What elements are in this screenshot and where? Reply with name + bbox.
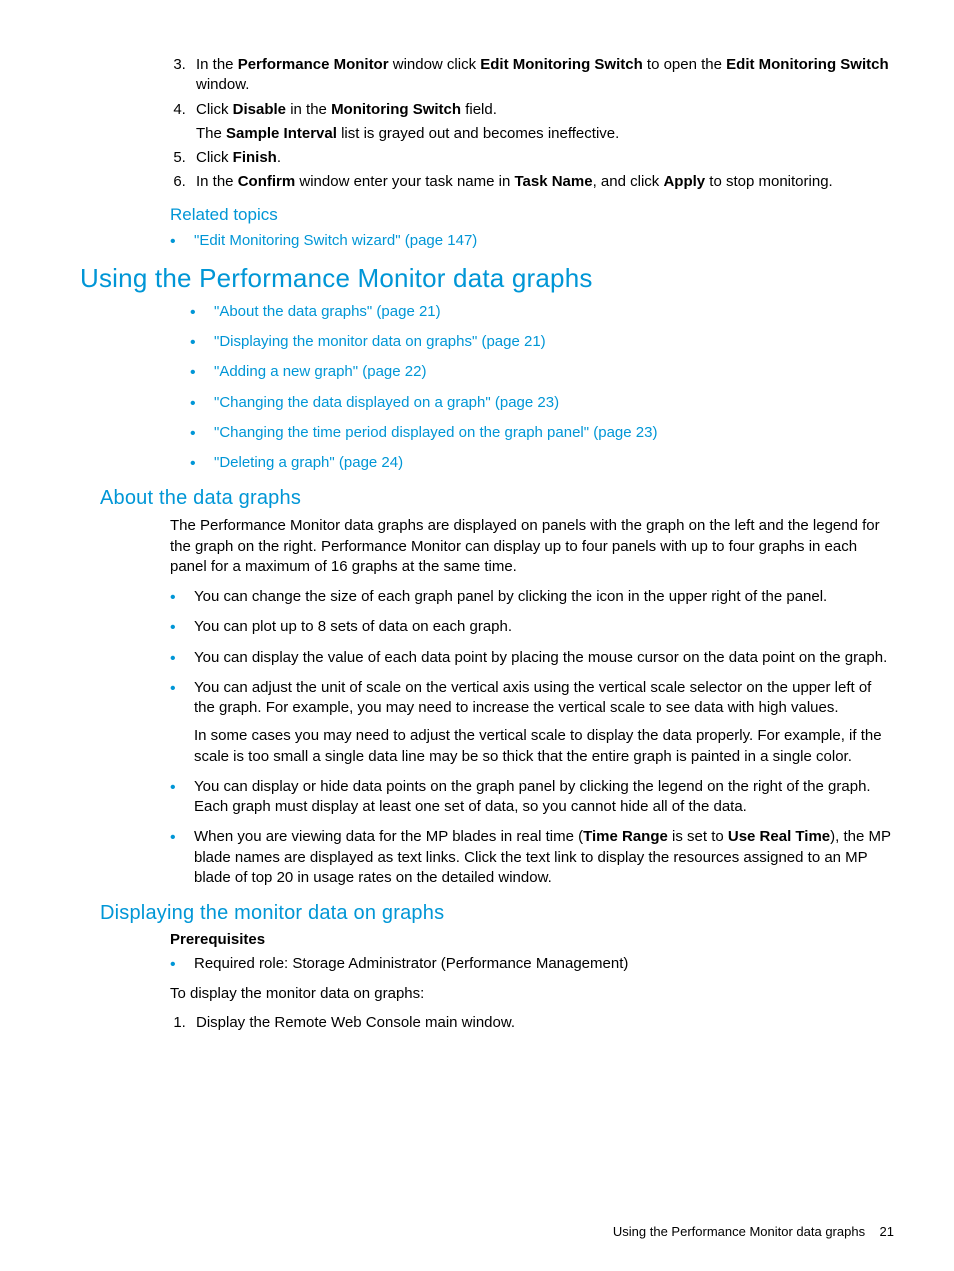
footer-page-number: 21 xyxy=(880,1224,894,1239)
step-4-text: Click Disable in the Monitoring Switch f… xyxy=(196,101,497,118)
related-topics-list: "Edit Monitoring Switch wizard" (page 14… xyxy=(80,231,894,251)
prereq-list: Required role: Storage Administrator (Pe… xyxy=(80,954,894,974)
prereq-item: Required role: Storage Administrator (Pe… xyxy=(170,954,894,974)
about-b2: You can plot up to 8 sets of data on eac… xyxy=(170,617,894,637)
using-link-1-text[interactable]: "About the data graphs" (page 21) xyxy=(214,303,441,320)
page-footer: Using the Performance Monitor data graph… xyxy=(613,1224,894,1239)
displaying-heading: Displaying the monitor data on graphs xyxy=(100,902,894,925)
using-links-list: "About the data graphs" (page 21) "Displ… xyxy=(80,302,894,474)
related-topics-heading: Related topics xyxy=(170,205,894,225)
step-5-text: Click Finish. xyxy=(196,149,281,166)
about-b1: You can change the size of each graph pa… xyxy=(170,587,894,607)
about-b6-text: When you are viewing data for the MP bla… xyxy=(194,828,891,886)
using-link-6: "Deleting a graph" (page 24) xyxy=(190,453,894,473)
about-intro: The Performance Monitor data graphs are … xyxy=(170,516,894,577)
related-link-1-text[interactable]: "Edit Monitoring Switch wizard" (page 14… xyxy=(194,232,477,249)
using-link-3-text[interactable]: "Adding a new graph" (page 22) xyxy=(214,363,426,380)
using-link-6-text[interactable]: "Deleting a graph" (page 24) xyxy=(214,454,403,471)
about-b4: You can adjust the unit of scale on the … xyxy=(170,678,894,767)
step-4: Click Disable in the Monitoring Switch f… xyxy=(190,100,894,145)
using-heading: Using the Performance Monitor data graph… xyxy=(80,263,894,294)
procedure-steps: In the Performance Monitor window click … xyxy=(80,55,894,193)
about-b5: You can display or hide data points on t… xyxy=(170,777,894,818)
content-area: In the Performance Monitor window click … xyxy=(60,55,894,1033)
using-link-4: "Changing the data displayed on a graph"… xyxy=(190,393,894,413)
using-link-5: "Changing the time period displayed on t… xyxy=(190,423,894,443)
about-heading: About the data graphs xyxy=(100,487,894,510)
step-6-text: In the Confirm window enter your task na… xyxy=(196,173,833,190)
step-5: Click Finish. xyxy=(190,148,894,168)
related-link-1: "Edit Monitoring Switch wizard" (page 14… xyxy=(170,231,894,251)
using-link-4-text[interactable]: "Changing the data displayed on a graph"… xyxy=(214,394,559,411)
using-link-3: "Adding a new graph" (page 22) xyxy=(190,362,894,382)
step-3: In the Performance Monitor window click … xyxy=(190,55,894,96)
document-page: In the Performance Monitor window click … xyxy=(0,0,954,1271)
displaying-steps: Display the Remote Web Console main wind… xyxy=(80,1013,894,1033)
about-b6: When you are viewing data for the MP bla… xyxy=(170,827,894,888)
about-b3: You can display the value of each data p… xyxy=(170,648,894,668)
about-b4-sub: In some cases you may need to adjust the… xyxy=(194,726,894,767)
step-6: In the Confirm window enter your task na… xyxy=(190,172,894,192)
about-b4-text: You can adjust the unit of scale on the … xyxy=(194,679,871,716)
step-4-sub: The Sample Interval list is grayed out a… xyxy=(196,124,894,144)
footer-text: Using the Performance Monitor data graph… xyxy=(613,1224,865,1239)
displaying-lead: To display the monitor data on graphs: xyxy=(170,984,894,1004)
step-3-text: In the Performance Monitor window click … xyxy=(196,56,889,93)
using-link-5-text[interactable]: "Changing the time period displayed on t… xyxy=(214,424,657,441)
about-bullets: You can change the size of each graph pa… xyxy=(80,587,894,888)
prereq-heading: Prerequisites xyxy=(170,931,894,948)
using-link-2-text[interactable]: "Displaying the monitor data on graphs" … xyxy=(214,333,546,350)
using-link-2: "Displaying the monitor data on graphs" … xyxy=(190,332,894,352)
displaying-step-1: Display the Remote Web Console main wind… xyxy=(190,1013,894,1033)
using-link-1: "About the data graphs" (page 21) xyxy=(190,302,894,322)
